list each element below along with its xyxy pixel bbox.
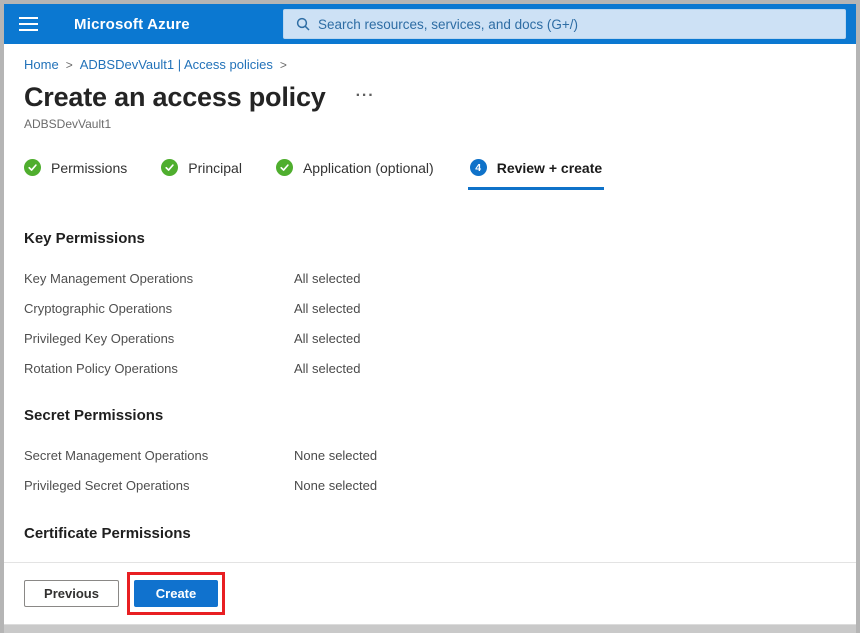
more-options-ellipsis-icon[interactable]: ··· xyxy=(356,88,375,104)
tab-principal[interactable]: Principal xyxy=(161,159,242,187)
table-row: Privileged Secret Operations None select… xyxy=(24,470,836,500)
step-label: Principal xyxy=(188,160,242,176)
table-row: Secret Management Operations None select… xyxy=(24,440,836,470)
top-bar: Microsoft Azure xyxy=(4,4,856,44)
row-label: Secret Management Operations xyxy=(24,448,294,463)
row-value: All selected xyxy=(294,271,836,286)
tab-review-create[interactable]: 4 Review + create xyxy=(468,159,604,190)
tab-permissions[interactable]: Permissions xyxy=(24,159,127,187)
wizard-steps: Permissions Principal Application (optio… xyxy=(24,159,836,190)
row-value: All selected xyxy=(294,331,836,346)
breadcrumb-vault-link[interactable]: ADBSDevVault1 | Access policies xyxy=(80,57,273,72)
key-permissions-rows: Key Management Operations All selected C… xyxy=(24,263,836,383)
row-value: All selected xyxy=(294,301,836,316)
section-key-permissions: Key Permissions Key Management Operation… xyxy=(24,230,836,383)
breadcrumb: Home > ADBSDevVault1 | Access policies > xyxy=(24,57,836,72)
window-bottom-strip xyxy=(4,624,856,633)
table-row: Key Management Operations All selected xyxy=(24,263,836,293)
row-label: Key Management Operations xyxy=(24,271,294,286)
brand-title: Microsoft Azure xyxy=(74,16,190,33)
breadcrumb-separator: > xyxy=(66,58,73,72)
section-certificate-permissions: Certificate Permissions xyxy=(24,525,836,542)
section-heading: Certificate Permissions xyxy=(24,525,836,542)
table-row: Privileged Key Operations All selected xyxy=(24,323,836,353)
row-value: None selected xyxy=(294,478,836,493)
page-title: Create an access policy xyxy=(24,82,326,113)
breadcrumb-home-link[interactable]: Home xyxy=(24,57,59,72)
footer-bar: Previous Create xyxy=(4,562,856,624)
hamburger-menu-icon[interactable] xyxy=(4,4,52,44)
create-button[interactable]: Create xyxy=(134,580,218,607)
row-value: All selected xyxy=(294,361,836,376)
step-label: Application (optional) xyxy=(303,160,434,176)
tab-application-optional[interactable]: Application (optional) xyxy=(276,159,434,187)
row-label: Cryptographic Operations xyxy=(24,301,294,316)
table-row: Rotation Policy Operations All selected xyxy=(24,353,836,383)
main-content: Home > ADBSDevVault1 | Access policies >… xyxy=(4,44,856,562)
row-label: Rotation Policy Operations xyxy=(24,361,294,376)
breadcrumb-separator: > xyxy=(280,58,287,72)
table-row: Cryptographic Operations All selected xyxy=(24,293,836,323)
section-secret-permissions: Secret Permissions Secret Management Ope… xyxy=(24,407,836,500)
page-subtitle: ADBSDevVault1 xyxy=(24,117,836,131)
title-row: Create an access policy ··· xyxy=(24,82,836,113)
step-label: Review + create xyxy=(497,160,602,176)
previous-button[interactable]: Previous xyxy=(24,580,119,607)
section-heading: Key Permissions xyxy=(24,230,836,247)
search-icon xyxy=(296,17,310,31)
row-label: Privileged Key Operations xyxy=(24,331,294,346)
section-heading: Secret Permissions xyxy=(24,407,836,424)
search-input[interactable] xyxy=(318,17,837,32)
global-search[interactable] xyxy=(283,9,846,39)
azure-portal-window: Microsoft Azure Home > ADBSDevVault1 | A… xyxy=(0,0,860,633)
secret-permissions-rows: Secret Management Operations None select… xyxy=(24,440,836,500)
step-number-icon: 4 xyxy=(470,159,487,176)
check-circle-icon xyxy=(161,159,178,176)
check-circle-icon xyxy=(276,159,293,176)
check-circle-icon xyxy=(24,159,41,176)
create-button-highlight: Create xyxy=(127,572,225,615)
row-label: Privileged Secret Operations xyxy=(24,478,294,493)
step-label: Permissions xyxy=(51,160,127,176)
row-value: None selected xyxy=(294,448,836,463)
